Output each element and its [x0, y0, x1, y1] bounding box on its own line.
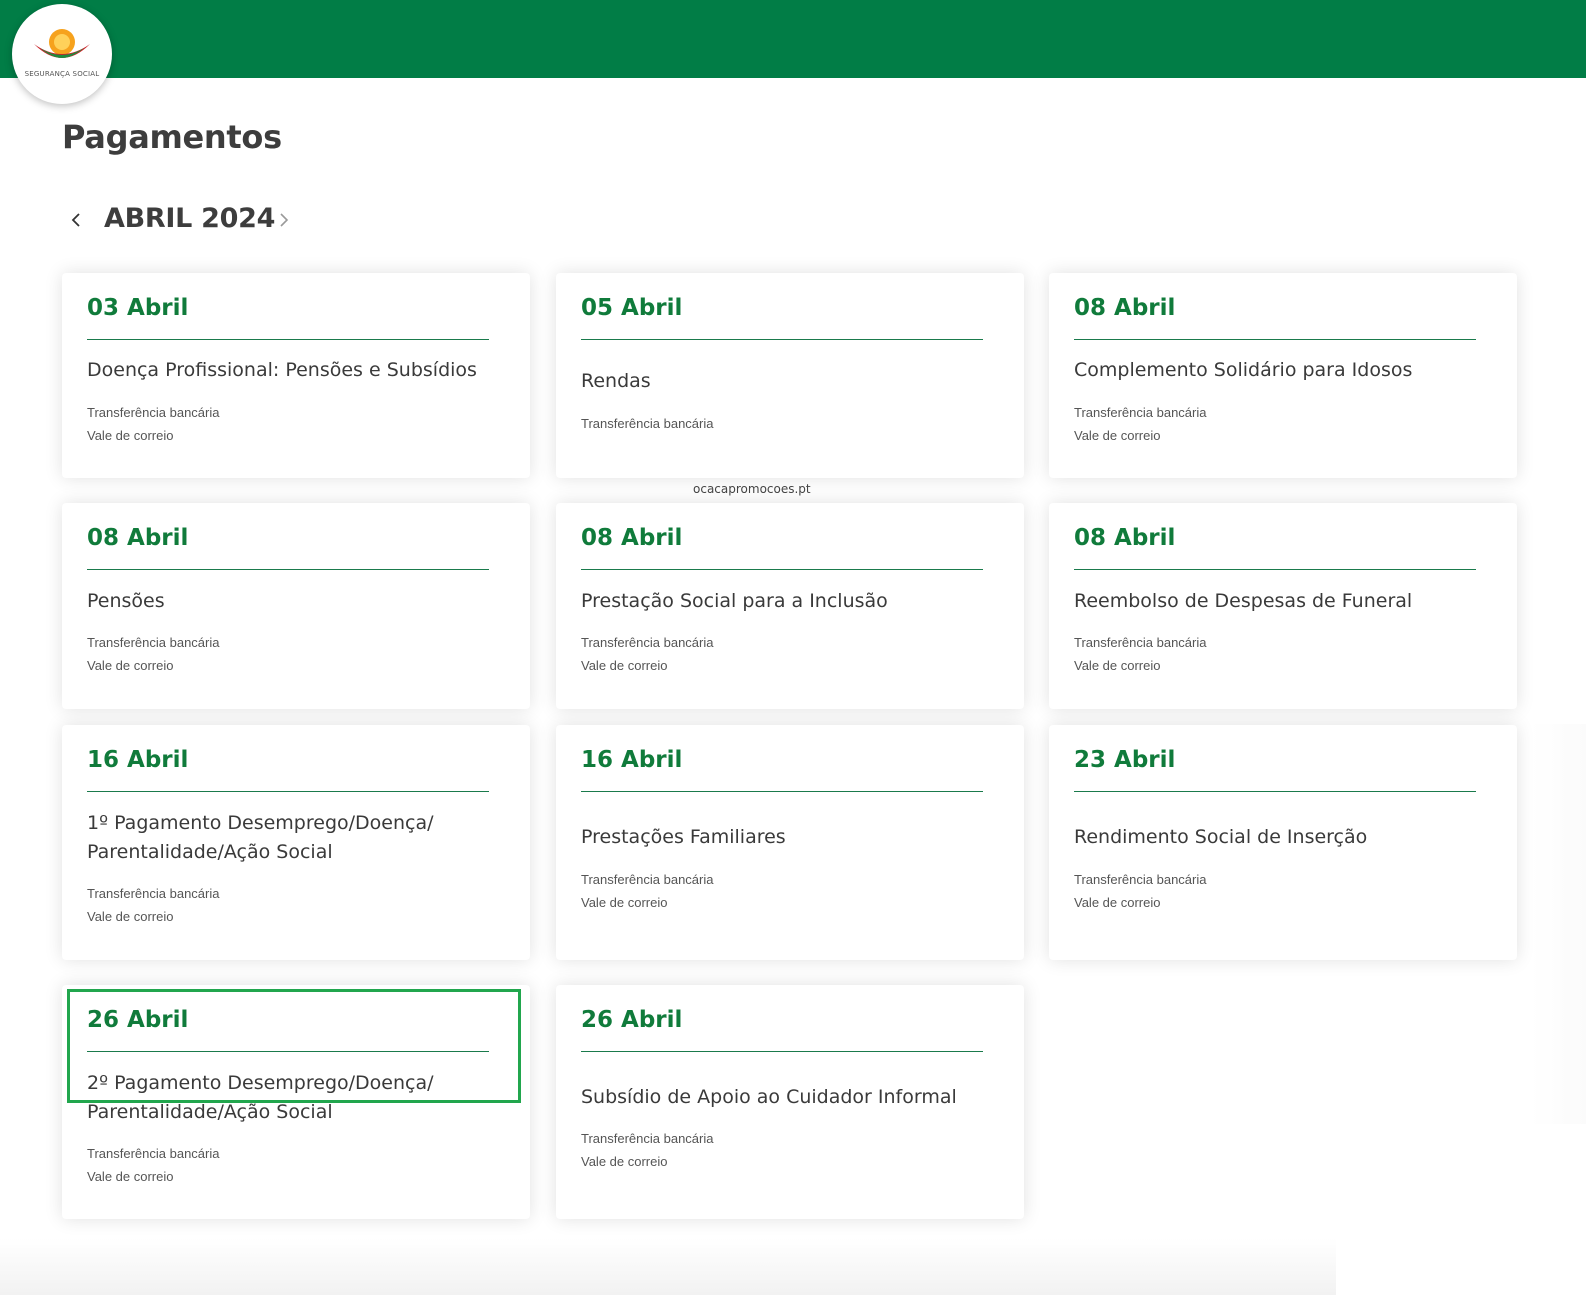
payment-date: 08 Abril — [87, 525, 189, 551]
payment-methods: Transferência bancária Vale de correio — [87, 1142, 219, 1188]
payment-date: 16 Abril — [87, 747, 189, 773]
card-divider — [1074, 569, 1476, 570]
card-divider — [581, 339, 983, 340]
payment-card[interactable]: 16 Abril 1º Pagamento Desemprego/Doença/… — [62, 725, 530, 960]
card-divider — [87, 791, 489, 792]
payment-title: Subsídio de Apoio ao Cuidador Informal — [581, 1086, 957, 1108]
chevron-right-icon — [280, 213, 289, 227]
card-divider — [581, 569, 983, 570]
payment-title: Prestação Social para a Inclusão — [581, 590, 888, 612]
payment-date: 03 Abril — [87, 295, 189, 321]
card-divider — [87, 339, 489, 340]
payment-card[interactable]: 08 Abril Prestação Social para a Inclusã… — [556, 503, 1024, 709]
payment-method: Transferência bancária — [581, 872, 714, 887]
payment-method: Vale de correio — [87, 1169, 174, 1184]
payment-title: Doença Profissional: Pensões e Subsídios — [87, 359, 477, 381]
payment-card[interactable]: 08 Abril Complemento Solidário para Idos… — [1049, 273, 1517, 478]
payment-method: Transferência bancária — [87, 405, 220, 420]
payment-method: Vale de correio — [1074, 658, 1161, 673]
payment-method: Transferência bancária — [1074, 872, 1207, 887]
payment-method: Vale de correio — [581, 895, 668, 910]
card-divider — [87, 569, 489, 570]
payment-method: Vale de correio — [1074, 428, 1161, 443]
payment-method: Vale de correio — [87, 658, 174, 673]
payment-title: Pensões — [87, 590, 165, 612]
page-edge-shade — [1530, 724, 1586, 1124]
payment-card[interactable]: 23 Abril Rendimento Social de Inserção T… — [1049, 725, 1517, 960]
card-divider — [1074, 339, 1476, 340]
payment-method: Transferência bancária — [87, 886, 220, 901]
card-divider — [581, 791, 983, 792]
payment-method: Transferência bancária — [1074, 405, 1207, 420]
payment-methods: Transferência bancária Vale de correio — [581, 631, 713, 677]
payment-title: Rendimento Social de Inserção — [1074, 826, 1368, 848]
payment-card[interactable]: 05 Abril Rendas Transferência bancária — [556, 273, 1024, 478]
payment-title: Rendas — [581, 370, 651, 392]
payment-title: 2º Pagamento Desemprego/Doença/ Parental… — [87, 1072, 434, 1123]
payment-card[interactable]: 26 Abril 2º Pagamento Desemprego/Doença/… — [62, 985, 530, 1219]
payment-methods: Transferência bancária — [581, 412, 713, 435]
payment-title: Prestações Familiares — [581, 826, 786, 848]
payment-methods: Transferência bancária Vale de correio — [581, 868, 713, 914]
payment-methods: Transferência bancária Vale de correio — [87, 631, 219, 677]
payment-methods: Transferência bancária Vale de correio — [87, 882, 219, 928]
logo-text: SEGURANÇA SOCIAL — [24, 70, 100, 78]
payment-methods: Transferência bancária Vale de correio — [581, 1127, 713, 1173]
card-divider — [1074, 791, 1476, 792]
payment-method: Transferência bancária — [581, 416, 714, 431]
payment-method: Vale de correio — [87, 428, 174, 443]
payment-method: Vale de correio — [87, 909, 174, 924]
payment-date: 26 Abril — [581, 1007, 683, 1033]
previous-month-button[interactable] — [64, 204, 88, 236]
payment-method: Vale de correio — [1074, 895, 1161, 910]
page-bottom-shadow — [0, 1238, 1336, 1295]
card-divider — [87, 1051, 489, 1052]
seguranca-social-logo[interactable]: SEGURANÇA SOCIAL — [12, 4, 112, 104]
payment-date: 26 Abril — [87, 1007, 189, 1033]
payment-title: Reembolso de Despesas de Funeral — [1074, 590, 1413, 612]
payment-method: Transferência bancária — [581, 635, 714, 650]
page-title: Pagamentos — [62, 118, 282, 156]
chevron-left-icon — [71, 213, 80, 227]
payment-title: Complemento Solidário para Idosos — [1074, 359, 1413, 381]
payment-method: Transferência bancária — [87, 635, 220, 650]
payment-method: Vale de correio — [581, 1154, 668, 1169]
payment-card[interactable]: 16 Abril Prestações Familiares Transferê… — [556, 725, 1024, 960]
payment-date: 16 Abril — [581, 747, 683, 773]
payment-methods: Transferência bancária Vale de correio — [1074, 868, 1206, 914]
card-divider — [581, 1051, 983, 1052]
payment-date: 23 Abril — [1074, 747, 1176, 773]
watermark-text: ocacapromocoes.pt — [693, 482, 811, 496]
payment-methods: Transferência bancária Vale de correio — [1074, 631, 1206, 677]
payment-date: 08 Abril — [1074, 525, 1176, 551]
header-bar — [0, 0, 1586, 78]
next-month-button[interactable] — [272, 204, 296, 236]
payment-card[interactable]: 26 Abril Subsídio de Apoio ao Cuidador I… — [556, 985, 1024, 1219]
current-month-label: ABRIL 2024 — [104, 203, 276, 234]
payment-date: 08 Abril — [1074, 295, 1176, 321]
payment-method: Transferência bancária — [581, 1131, 714, 1146]
payment-date: 08 Abril — [581, 525, 683, 551]
seguranca-social-logo-icon — [34, 29, 90, 58]
payment-methods: Transferência bancária Vale de correio — [1074, 401, 1206, 447]
payment-card[interactable]: 08 Abril Pensões Transferência bancária … — [62, 503, 530, 709]
payment-card[interactable]: 03 Abril Doença Profissional: Pensões e … — [62, 273, 530, 478]
payment-method: Transferência bancária — [87, 1146, 220, 1161]
payment-date: 05 Abril — [581, 295, 683, 321]
payment-title: 1º Pagamento Desemprego/Doença/ Parental… — [87, 812, 434, 863]
payment-methods: Transferência bancária Vale de correio — [87, 401, 219, 447]
payment-card[interactable]: 08 Abril Reembolso de Despesas de Funera… — [1049, 503, 1517, 709]
payment-method: Vale de correio — [581, 658, 668, 673]
payment-method: Transferência bancária — [1074, 635, 1207, 650]
